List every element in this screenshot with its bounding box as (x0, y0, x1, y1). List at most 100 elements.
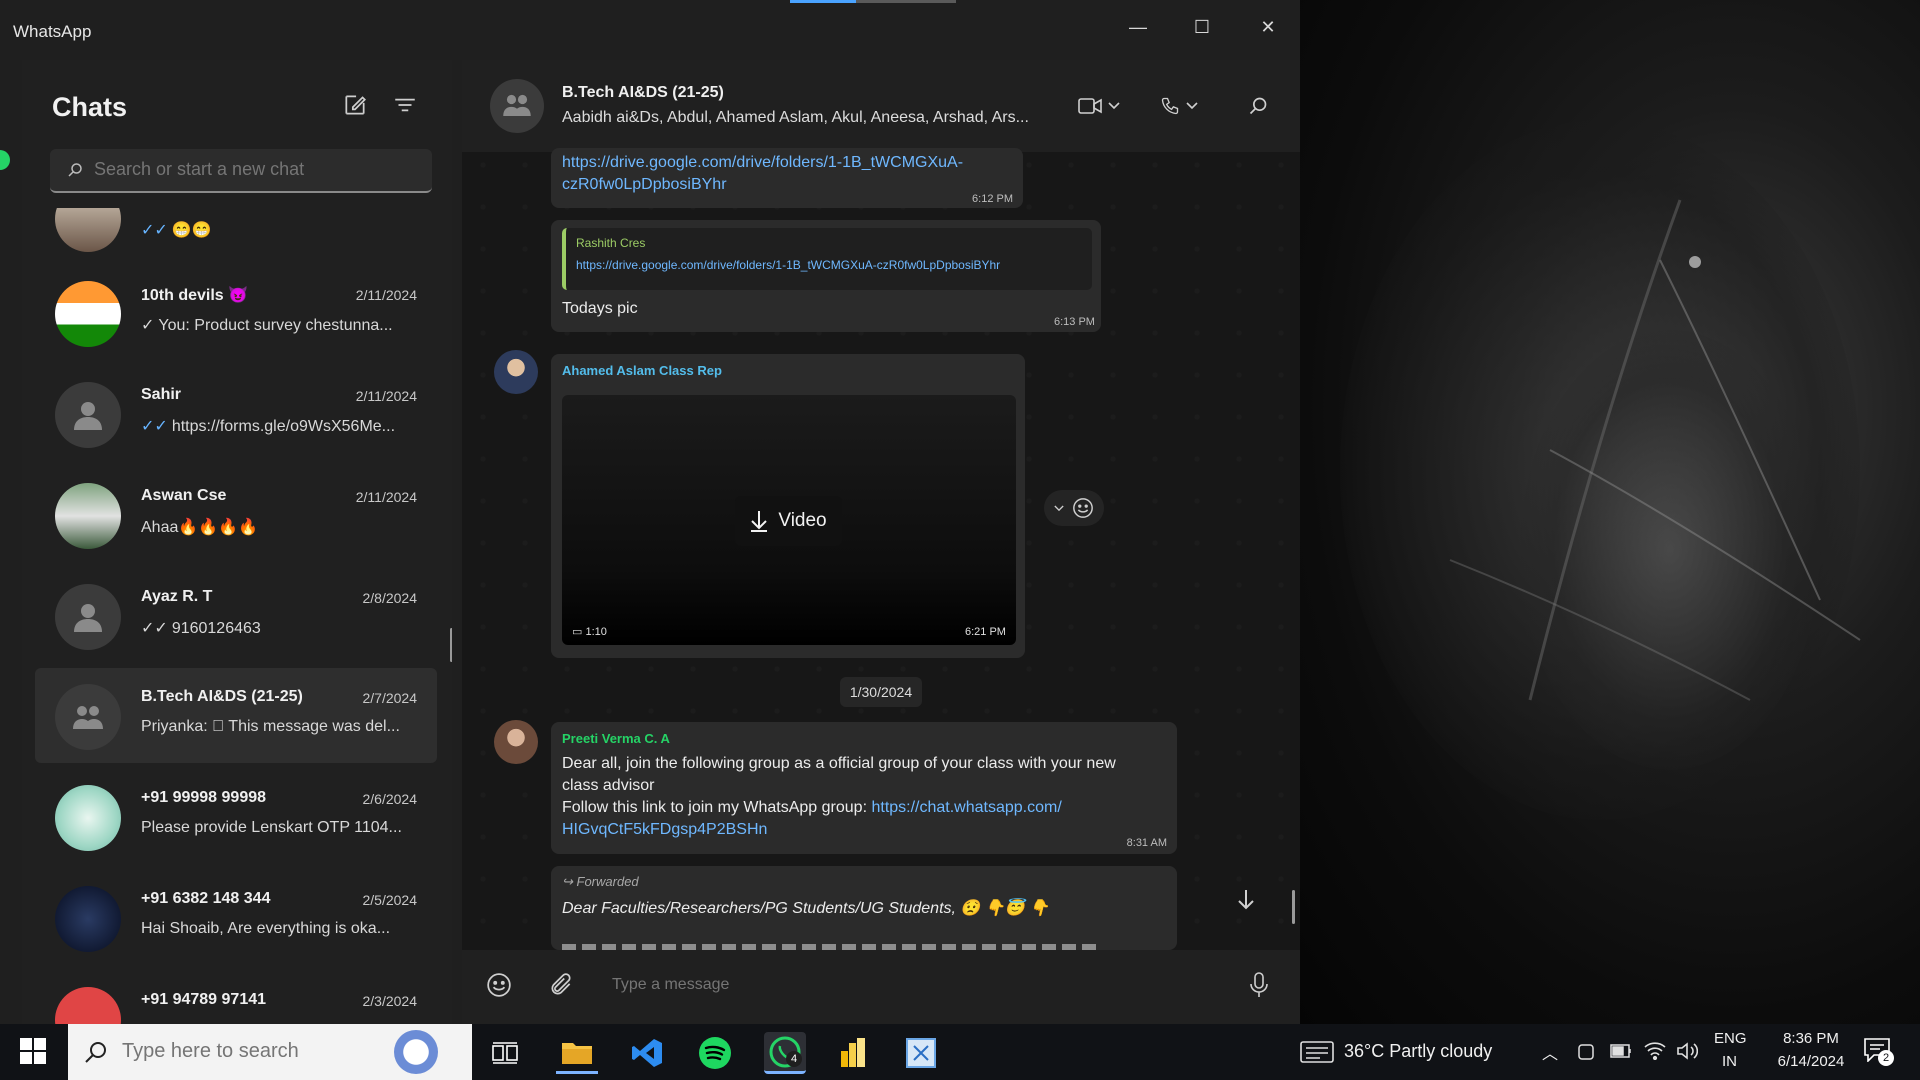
quoted-message[interactable]: Rashith Cres https://drive.google.com/dr… (562, 228, 1092, 290)
vscode-icon[interactable] (626, 1032, 668, 1074)
desktop-wallpaper (1300, 0, 1920, 1024)
message-bubble[interactable]: https://drive.google.com/drive/folders/1… (551, 148, 1023, 208)
forwarded-label: ↪ Forwarded (562, 874, 639, 889)
conversation-header[interactable]: B.Tech AI&DS (21-25) Aabidh ai&Ds, Abdul… (462, 60, 1300, 152)
chat-item[interactable]: +91 6382 148 344 2/5/2024 Hai Shoaib, Ar… (35, 870, 437, 965)
video-camera-icon (1078, 98, 1102, 114)
snipping-tool-icon[interactable] (900, 1032, 942, 1074)
search-icon (85, 1042, 106, 1063)
whatsapp-window: WhatsApp — ☐ ✕ Chats ✓✓😁😁 (0, 0, 1300, 1024)
search-messages-button[interactable] (1248, 86, 1268, 126)
chat-item[interactable]: Aswan Cse 2/11/2024 Ahaa🔥🔥🔥🔥 (35, 467, 437, 562)
group-name: B.Tech AI&DS (21-25) (562, 84, 724, 101)
quote-author: Rashith Cres (576, 236, 646, 250)
chat-date: 2/11/2024 (355, 489, 417, 505)
chat-name: +91 6382 148 344 (141, 890, 271, 907)
video-label: Video (778, 510, 827, 531)
message-sender[interactable]: Ahamed Aslam Class Rep (562, 363, 722, 378)
voice-call-button[interactable] (1160, 86, 1198, 126)
notification-center-icon[interactable]: 2 (1864, 1038, 1894, 1066)
video-duration: ▭ 1:10 (572, 626, 607, 638)
emoji-icon[interactable] (486, 972, 512, 1003)
filter-icon[interactable] (392, 92, 422, 122)
wifi-icon[interactable] (1644, 1040, 1666, 1060)
chat-date: 2/5/2024 (362, 892, 418, 908)
chat-name: 10th devils 😈 (141, 287, 249, 304)
taskbar-search-input[interactable] (122, 1040, 352, 1063)
search-input[interactable] (94, 159, 414, 180)
download-video-button[interactable]: Video (735, 496, 842, 546)
group-invite-link[interactable]: https://chat.whatsapp.com/ (871, 799, 1061, 816)
microphone-icon[interactable] (1248, 972, 1270, 1003)
task-view-icon[interactable] (484, 1032, 526, 1074)
chat-item[interactable]: +91 94789 97141 2/3/2024 (35, 971, 437, 1024)
maximize-button[interactable]: ☐ (1180, 10, 1224, 44)
message-text: Dear Faculties/Researchers/PG Students/U… (562, 900, 1049, 917)
chat-preview: Please provide Lenskart OTP 1104... (141, 819, 402, 836)
app-title: WhatsApp (13, 22, 92, 41)
volume-icon[interactable] (1676, 1041, 1698, 1061)
chat-item-selected[interactable]: B.Tech AI&DS (21-25) 2/7/2024 Priyanka: … (35, 668, 437, 763)
chat-date: 2/6/2024 (362, 791, 418, 807)
video-call-button[interactable] (1078, 86, 1120, 126)
chat-preview: ✓✓ https://forms.gle/o9WsX56Me... (141, 418, 396, 435)
taskbar-search[interactable] (68, 1024, 472, 1080)
chat-date: 2/8/2024 (362, 590, 418, 606)
chat-item[interactable]: Ayaz R. T 2/8/2024 ✓✓ 9160126463 (35, 568, 437, 663)
chat-item[interactable]: 10th devils 😈 2/11/2024 ✓ You: Product su… (35, 265, 437, 360)
chat-item[interactable]: ✓✓ 😁😁 (35, 208, 437, 265)
weather-text[interactable]: 36°C Partly cloudy (1344, 1041, 1492, 1062)
chat-preview: ✓✓ 9160126463 (141, 620, 261, 637)
attach-icon[interactable] (548, 972, 574, 1003)
language-code[interactable]: ENG (1714, 1030, 1747, 1047)
group-avatar[interactable] (490, 79, 544, 133)
chat-item[interactable]: +91 99998 99998 2/6/2024 Please provide … (35, 769, 437, 864)
side-status-indicator (0, 150, 10, 170)
message-time: 8:31 AM (1126, 837, 1167, 849)
chat-date: 2/7/2024 (362, 690, 418, 706)
search-box[interactable] (50, 149, 432, 193)
message-bubble[interactable]: ↪ Forwarded Dear Faculties/Researchers/P… (551, 866, 1177, 950)
fur-strokes (1449, 199, 1861, 701)
chat-list-scrollbar[interactable] (450, 628, 452, 662)
whatsapp-taskbar-icon[interactable]: 4 (764, 1032, 806, 1074)
file-explorer-icon[interactable] (556, 1032, 598, 1074)
chat-item[interactable]: Sahir 2/11/2024 ✓✓ https://forms.gle/o9Ws… (35, 366, 437, 461)
message-input[interactable] (612, 973, 1192, 997)
message-time: 6:12 PM (972, 193, 1013, 205)
avatar (55, 886, 121, 952)
group-invite-link-code[interactable]: HIGvqCtF5kFDgsp4P2BSHn (562, 821, 767, 838)
message-text: Todays pic (562, 300, 638, 317)
message-sender[interactable]: Preeti Verma C. A (562, 731, 670, 746)
message-text: Dear all, join the following group as a … (562, 755, 1116, 838)
language-region[interactable]: IN (1722, 1053, 1737, 1070)
battery-icon[interactable] (1610, 1044, 1632, 1058)
sender-avatar[interactable] (494, 350, 538, 394)
meet-now-icon[interactable] (1576, 1042, 1596, 1062)
message-actions[interactable] (1044, 490, 1104, 526)
group-icon (503, 94, 531, 116)
chevron-up-icon[interactable]: ︿ (1542, 1040, 1558, 1064)
arrow-down-icon (1238, 890, 1254, 910)
close-button[interactable]: ✕ (1246, 10, 1290, 44)
new-chat-icon[interactable] (342, 92, 372, 122)
spotify-icon[interactable] (694, 1032, 736, 1074)
chevron-down-icon (1186, 102, 1198, 110)
windows-start-icon[interactable] (20, 1038, 46, 1069)
clock-time[interactable]: 8:36 PM (1772, 1030, 1850, 1047)
sender-avatar[interactable] (494, 720, 538, 764)
search-highlight-icon[interactable] (394, 1030, 438, 1074)
conversation-scrollbar[interactable] (1292, 890, 1295, 924)
react-emoji-icon[interactable] (1072, 497, 1094, 519)
message-bubble[interactable]: Preeti Verma C. A Dear all, join the fol… (551, 722, 1177, 854)
message-link[interactable]: https://drive.google.com/drive/folders/1… (562, 152, 963, 196)
clock-date[interactable]: 6/14/2024 (1764, 1053, 1858, 1070)
scroll-to-bottom-button[interactable] (1228, 882, 1264, 918)
chevron-down-icon[interactable] (1054, 505, 1064, 512)
group-members: Aabidh ai&Ds, Abdul, Ahamed Aslam, Akul,… (562, 109, 1029, 126)
app-yellow-chart-icon[interactable] (832, 1032, 874, 1074)
minimize-button[interactable]: — (1116, 10, 1160, 44)
chat-date: 2/11/2024 (355, 388, 417, 404)
weather-icon[interactable] (1300, 1040, 1334, 1069)
taskbar: 4 36°C Partly cloudy ︿ ENG IN 8:36 PM 6/… (0, 1024, 1920, 1080)
